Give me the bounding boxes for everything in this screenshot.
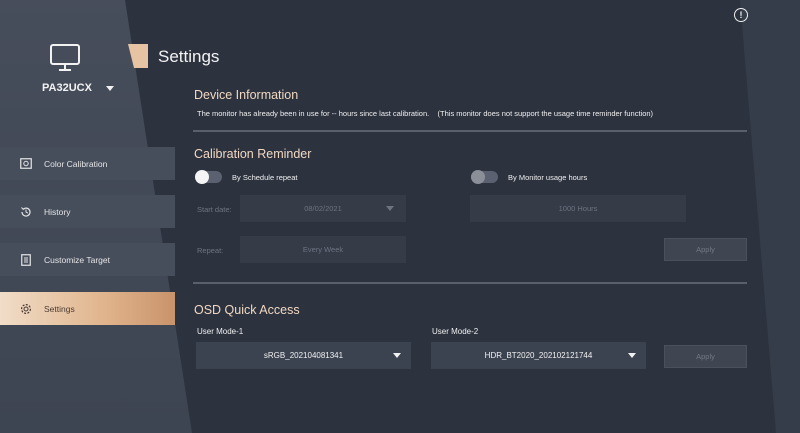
start-date-label: Start date: <box>197 205 232 214</box>
calibration-reminder-title: Calibration Reminder <box>194 147 312 161</box>
schedule-toggle[interactable] <box>195 170 222 184</box>
sidebar-item-label: History <box>44 206 71 217</box>
sidebar-item-color-calibration[interactable]: Color Calibration <box>0 147 175 180</box>
user-mode-2-value: HDR_BT2020_202102121744 <box>484 351 593 360</box>
monitor-icon <box>50 44 80 71</box>
usage-hours-label: By Monitor usage hours <box>508 173 588 182</box>
sidebar-item-settings[interactable]: Settings <box>0 292 175 325</box>
user-mode-1-value: sRGB_202104081341 <box>263 351 344 360</box>
sidebar-item-label: Customize Target <box>44 254 110 265</box>
customize-target-icon <box>20 253 32 266</box>
usage-hours-toggle[interactable] <box>471 170 498 184</box>
chevron-down-icon <box>386 206 394 211</box>
start-date-select[interactable]: 08/02/2021 <box>240 195 406 222</box>
chevron-down-icon <box>105 85 114 91</box>
start-date-value: 08/02/2021 <box>304 204 342 213</box>
osd-quick-access-title: OSD Quick Access <box>194 303 300 317</box>
chevron-down-icon <box>393 353 401 358</box>
model-selector[interactable]: PA32UCX <box>42 82 114 94</box>
repeat-select[interactable]: Every Week <box>240 236 406 263</box>
sidebar-item-history[interactable]: History <box>0 195 175 228</box>
osd-apply-button[interactable]: Apply <box>664 345 747 368</box>
divider <box>193 282 747 284</box>
hours-input[interactable]: 1000 Hours <box>470 195 686 222</box>
sidebar-item-label: Settings <box>44 303 75 314</box>
sidebar-item-customize-target[interactable]: Customize Target <box>0 243 175 276</box>
gear-icon <box>20 303 32 315</box>
repeat-label: Repeat: <box>197 246 224 255</box>
alert-icon[interactable]: ! <box>734 8 748 22</box>
page-title: Settings <box>158 47 220 66</box>
repeat-value: Every Week <box>302 245 344 254</box>
model-name: PA32UCX <box>42 82 92 94</box>
device-info-text: The monitor has already been in use for … <box>197 109 654 118</box>
hours-value: 1000 Hours <box>558 204 598 213</box>
sidebar-item-label: Color Calibration <box>44 158 108 169</box>
device-info-title: Device Information <box>194 88 299 102</box>
color-calibration-icon <box>20 158 32 170</box>
user-mode-1-label: User Mode-1 <box>197 327 244 336</box>
user-mode-2-select[interactable]: HDR_BT2020_202102121744 <box>431 342 646 369</box>
user-mode-2-label: User Mode-2 <box>432 327 479 336</box>
schedule-label: By Schedule repeat <box>232 173 298 182</box>
user-mode-1-select[interactable]: sRGB_202104081341 <box>196 342 411 369</box>
history-icon <box>20 206 32 218</box>
chevron-down-icon <box>628 353 636 358</box>
reminder-apply-button[interactable]: Apply <box>664 238 747 261</box>
divider <box>193 130 747 132</box>
